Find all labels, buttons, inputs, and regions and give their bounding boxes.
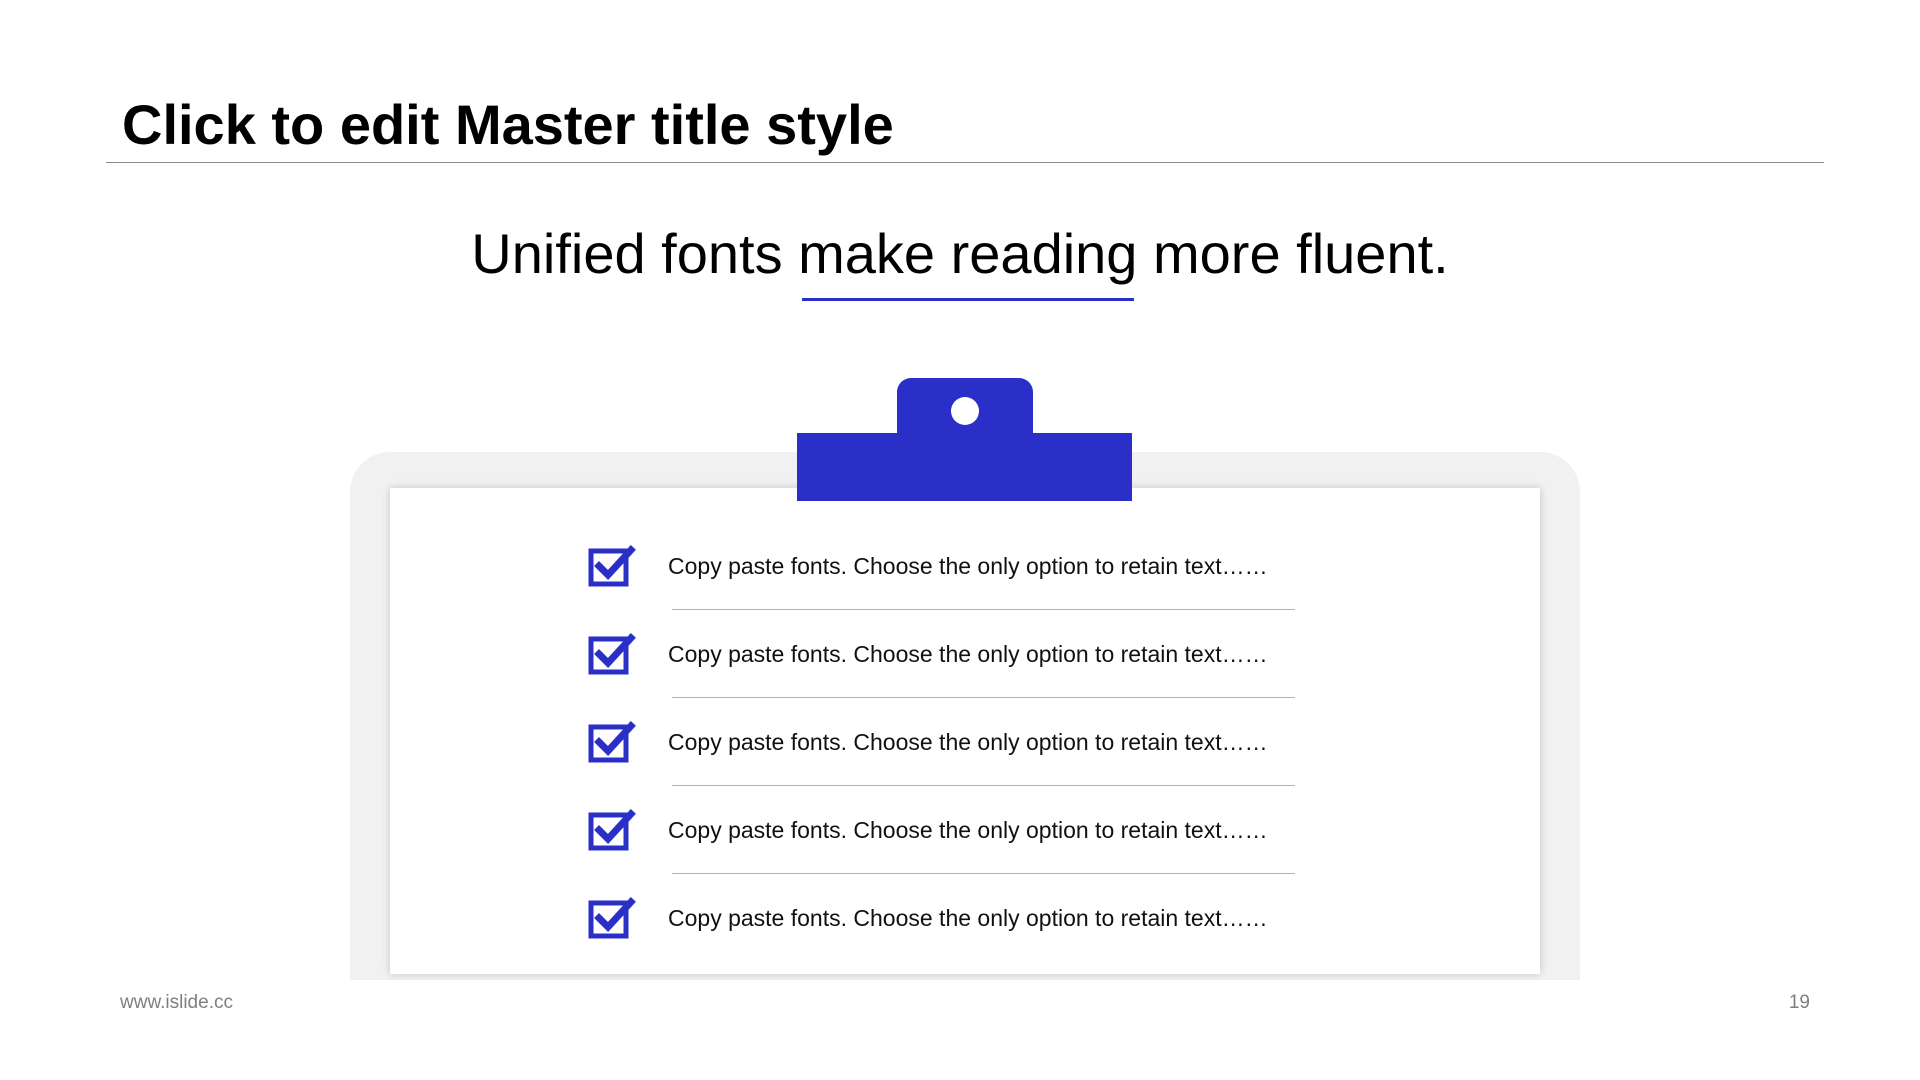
slide-subtitle[interactable]: Unified fonts make reading more fluent. (0, 218, 1920, 290)
checklist-item-label: Copy paste fonts. Choose the only option… (668, 905, 1268, 931)
checklist-item[interactable]: Copy paste fonts. Choose the only option… (588, 522, 1298, 610)
checked-checkbox-icon[interactable] (588, 720, 636, 764)
checklist-item-label: Copy paste fonts. Choose the only option… (668, 641, 1268, 667)
checklist-item[interactable]: Copy paste fonts. Choose the only option… (588, 610, 1298, 698)
checked-checkbox-icon[interactable] (588, 544, 636, 588)
checklist-item[interactable]: Copy paste fonts. Choose the only option… (588, 874, 1298, 962)
checked-checkbox-icon[interactable] (588, 896, 636, 940)
checklist-item-label: Copy paste fonts. Choose the only option… (668, 729, 1268, 755)
checklist: Copy paste fonts. Choose the only option… (588, 522, 1298, 962)
checked-checkbox-icon[interactable] (588, 632, 636, 676)
checklist-item[interactable]: Copy paste fonts. Choose the only option… (588, 698, 1298, 786)
checked-checkbox-icon[interactable] (588, 808, 636, 852)
page-number: 19 (1788, 992, 1810, 1013)
checklist-item[interactable]: Copy paste fonts. Choose the only option… (588, 786, 1298, 874)
clip-hole (951, 397, 979, 425)
subtitle-underline (802, 298, 1134, 301)
slide-title[interactable]: Click to edit Master title style (122, 88, 894, 162)
checklist-item-label: Copy paste fonts. Choose the only option… (668, 553, 1268, 579)
footer-url: www.islide.cc (120, 992, 233, 1013)
checklist-item-label: Copy paste fonts. Choose the only option… (668, 817, 1268, 843)
title-divider (106, 162, 1824, 163)
